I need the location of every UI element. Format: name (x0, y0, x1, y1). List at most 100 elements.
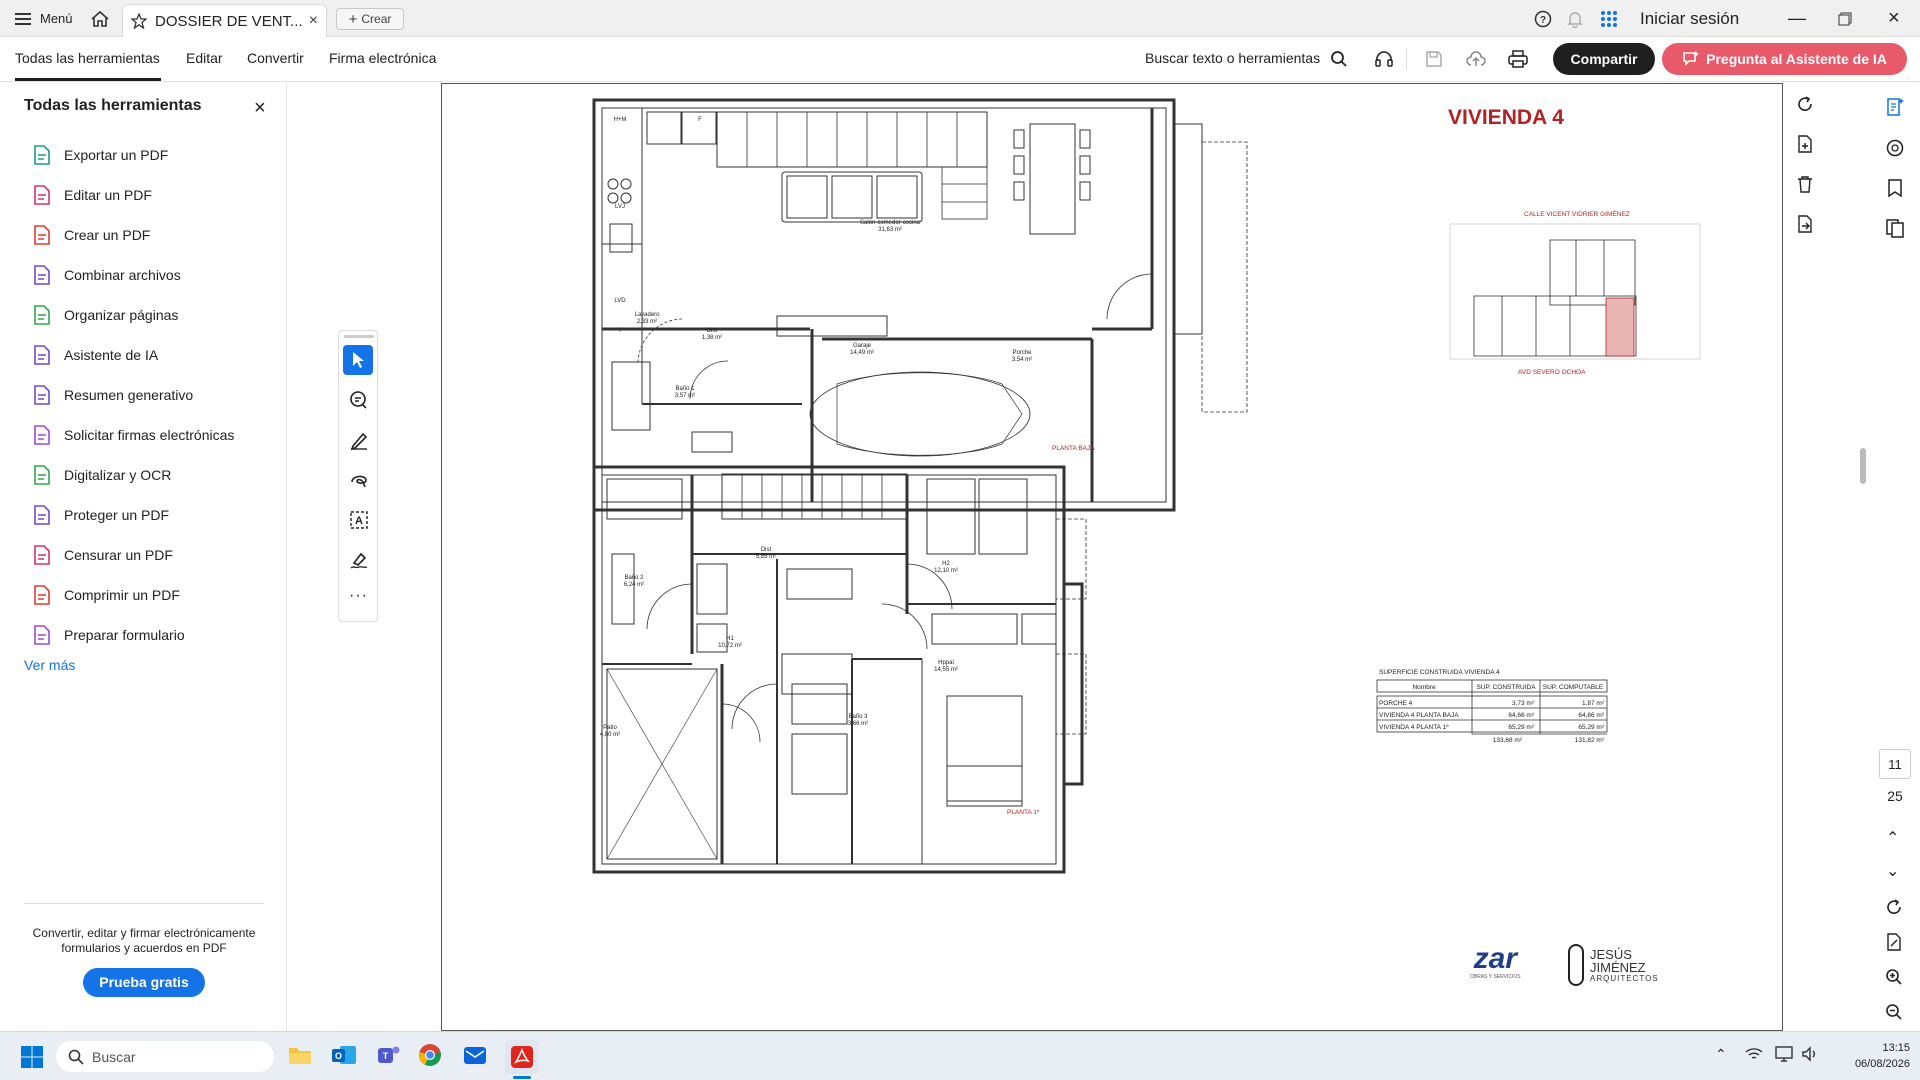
folder-icon (287, 1043, 313, 1067)
teams-app[interactable]: T (375, 1043, 401, 1072)
comment-tool-button[interactable] (349, 390, 369, 415)
menu-esign[interactable]: Firma electrónica (329, 50, 436, 66)
rail-bookmarks-button[interactable] (1885, 178, 1905, 203)
network-button[interactable] (1745, 1046, 1763, 1067)
chevron-up-icon: ⌃ (1715, 1046, 1727, 1062)
title-bar: Menú DOSSIER DE VENT... × + Crear ? Inic… (0, 0, 1920, 37)
tool-item[interactable]: Combinar archivos (32, 261, 181, 289)
previous-page-button[interactable]: ⌃ (1886, 828, 1899, 848)
clock-date: 06/08/2026 (1854, 1058, 1910, 1070)
svg-text:O: O (335, 1051, 342, 1061)
see-more-link[interactable]: Ver más (24, 657, 75, 673)
rail-comments-button[interactable] (1885, 138, 1905, 163)
rotate-view-button[interactable] (1885, 898, 1903, 921)
outlook-new-app[interactable] (462, 1043, 488, 1072)
search-tools[interactable]: Buscar texto o herramientas (1145, 50, 1320, 66)
menu-edit[interactable]: Editar (186, 50, 223, 66)
jj-logo-mark (1568, 944, 1584, 986)
read-aloud-icon[interactable] (1374, 50, 1394, 68)
tray-overflow-button[interactable]: ⌃ (1715, 1046, 1727, 1063)
menu-all-tools[interactable]: Todas las herramientas (15, 50, 160, 66)
room-area-bano2: 6,24 m² (624, 582, 644, 588)
zar-logo-sub: OBRAS Y SERVICIOS (1470, 974, 1521, 980)
zoom-out-button[interactable] (1885, 1003, 1903, 1026)
file-explorer-app[interactable] (287, 1043, 313, 1072)
tool-item[interactable]: Proteger un PDF (32, 501, 169, 529)
volume-button[interactable] (1801, 1046, 1819, 1067)
tool-item[interactable]: Exportar un PDF (32, 141, 168, 169)
page-number-input[interactable]: 11 (1879, 749, 1911, 779)
minimize-button[interactable]: — (1788, 0, 1806, 37)
close-tab-icon[interactable]: × (309, 12, 318, 30)
delete-page-button[interactable] (1796, 175, 1814, 198)
select-tool-button[interactable] (343, 345, 373, 375)
zoom-in-button[interactable] (1885, 968, 1903, 991)
free-trial-button[interactable]: Prueba gratis (83, 968, 205, 997)
signin-button[interactable]: Iniciar sesión (1640, 0, 1739, 37)
drag-handle[interactable] (344, 335, 374, 338)
fixture-hm: H+M (614, 117, 627, 123)
more-tools-button[interactable]: ··· (349, 587, 368, 605)
rail-pages-button[interactable] (1885, 218, 1905, 243)
room-name-porche: Porche (1012, 350, 1032, 356)
ai-assistant-button[interactable]: Pregunta al Asistente de IA (1662, 43, 1907, 75)
plus-icon: + (348, 10, 358, 28)
text-tool-button[interactable]: A (349, 510, 369, 535)
star-icon[interactable] (131, 13, 147, 29)
notifications-button[interactable] (1566, 0, 1584, 37)
share-button[interactable]: Compartir (1553, 43, 1655, 75)
menu-convert[interactable]: Convertir (247, 50, 304, 66)
tool-label: Crear un PDF (64, 227, 151, 243)
chrome-app[interactable] (418, 1043, 442, 1072)
save-icon[interactable] (1425, 50, 1443, 68)
outlook-app[interactable]: O (331, 1043, 357, 1072)
tool-label: Exportar un PDF (64, 147, 169, 163)
tool-item[interactable]: Editar un PDF (32, 181, 152, 209)
home-button[interactable] (90, 0, 110, 37)
print-icon[interactable] (1508, 50, 1528, 68)
document-tab[interactable]: DOSSIER DE VENT... × (122, 4, 327, 37)
sign-tool-button[interactable] (349, 550, 369, 575)
page-fit-button[interactable] (1885, 933, 1903, 956)
next-page-button[interactable]: ⌄ (1886, 861, 1899, 881)
clock[interactable]: 13:15 06/08/2026 (1830, 1040, 1910, 1072)
rail-ai-button[interactable] (1885, 97, 1905, 122)
fixture-lvj: LVJ (615, 204, 625, 210)
tool-item[interactable]: Asistente de IA (32, 341, 158, 369)
insert-page-button[interactable] (1796, 135, 1814, 158)
display-button[interactable] (1775, 1046, 1793, 1067)
help-button[interactable]: ? (1534, 0, 1552, 37)
tool-item[interactable]: Comprimir un PDF (32, 581, 180, 609)
tool-item[interactable]: Preparar formulario (32, 621, 185, 649)
tool-item[interactable]: Resumen generativo (32, 381, 193, 409)
room-name-h2: H2 (942, 561, 950, 567)
tool-icon (32, 385, 52, 405)
tool-item[interactable]: Crear un PDF (32, 221, 150, 249)
start-button[interactable] (20, 1045, 44, 1074)
new-tab-label: Crear (361, 12, 392, 26)
apps-button[interactable] (1600, 0, 1618, 37)
tool-item[interactable]: Solicitar firmas electrónicas (32, 421, 234, 449)
taskbar-search[interactable]: Buscar (56, 1041, 274, 1072)
draw-tool-button[interactable] (349, 470, 369, 495)
search-icon[interactable] (1330, 50, 1348, 68)
tool-icon (32, 505, 52, 525)
new-tab-button[interactable]: + Crear (336, 8, 404, 30)
room-area-h1: 10,72 m² (718, 643, 742, 649)
area-table-header-name: Nombre (1412, 684, 1436, 691)
rotate-page-button[interactable] (1796, 95, 1814, 118)
close-panel-button[interactable]: × (254, 97, 266, 120)
active-tab-indicator (15, 78, 161, 81)
acrobat-app[interactable] (505, 1040, 539, 1074)
extract-page-button[interactable] (1796, 215, 1814, 238)
vertical-scrollbar[interactable] (1860, 448, 1866, 484)
tool-item[interactable]: Censurar un PDF (32, 541, 173, 569)
tool-item[interactable]: Digitalizar y OCR (32, 461, 171, 489)
close-window-button[interactable]: × (1888, 0, 1900, 37)
acrobat-icon (510, 1045, 534, 1069)
restore-button[interactable] (1838, 0, 1852, 37)
menu-button[interactable]: Menú (14, 0, 73, 37)
highlight-tool-button[interactable] (349, 430, 369, 455)
upload-cloud-icon[interactable] (1466, 50, 1486, 68)
tool-item[interactable]: Organizar páginas (32, 301, 178, 329)
